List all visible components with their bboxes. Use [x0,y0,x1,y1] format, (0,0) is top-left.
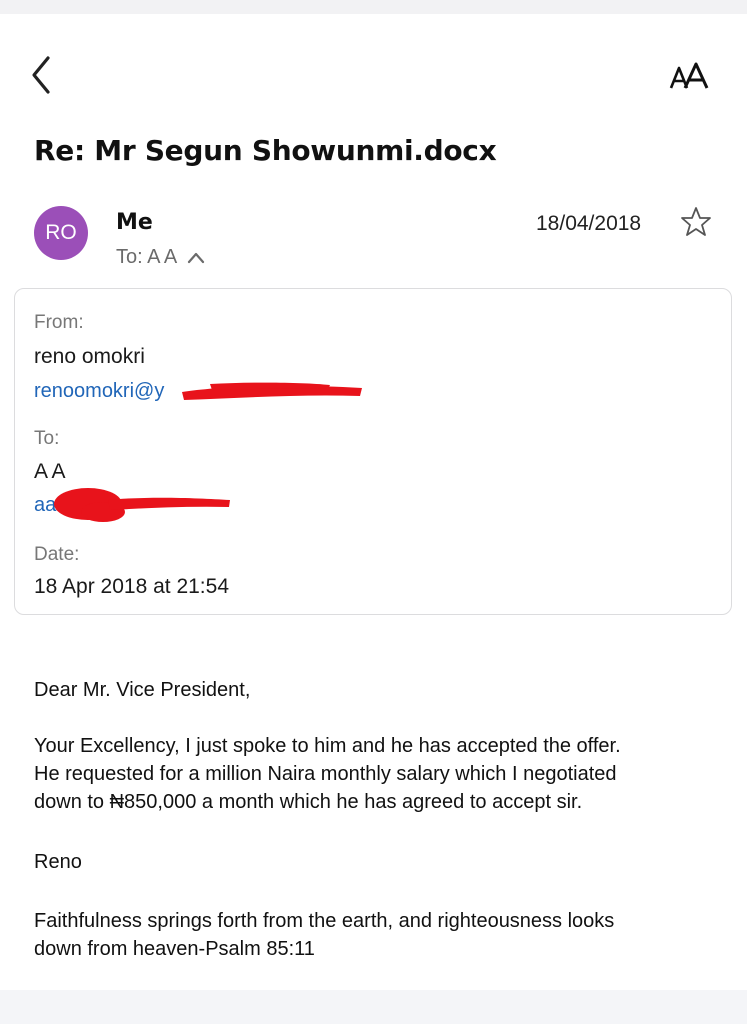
recipients-text: To: A A [116,246,177,268]
paragraph-line: down to ₦850,000 a month which he has ag… [34,791,583,813]
from-label: From: [34,312,84,333]
greeting-text: Dear Mr. Vice President, [34,679,251,701]
from-email-link[interactable]: renoomokri@y [34,380,164,403]
to-name: A A [34,460,66,483]
paragraph-line: Your Excellency, I just spoke to him and… [34,735,621,757]
text-size-icon [669,62,709,89]
redaction-mark [182,382,362,400]
signature-quote: Faithfulness springs forth from the eart… [34,907,614,963]
redaction-mark [54,488,230,522]
date-label: Date: [34,544,80,565]
quote-line: down from heaven-Psalm 85:11 [34,938,315,960]
paragraph-line: He requested for a million Naira monthly… [34,763,617,785]
signoff-text: Reno [34,851,82,873]
star-button[interactable] [680,206,712,238]
top-status-band [0,0,747,14]
bottom-band [0,990,747,1024]
message-details-card [14,288,732,615]
recipients-toggle[interactable]: To: A A [116,246,206,269]
text-size-button[interactable] [668,58,718,98]
from-name: reno omokri [34,345,145,368]
sender-name: Me [116,210,153,235]
date-value: 18 Apr 2018 at 21:54 [34,575,229,598]
back-button[interactable] [24,52,64,98]
email-subject: Re: Mr Segun Showunmi.docx [34,134,497,167]
message-paragraph: Your Excellency, I just spoke to him and… [34,732,621,816]
message-date: 18/04/2018 [536,212,642,235]
avatar-initials: RO [45,221,77,244]
chevron-up-icon [187,252,204,263]
quote-line: Faithfulness springs forth from the eart… [34,910,615,932]
star-outline-icon [681,207,711,236]
avatar: RO [34,206,88,260]
chevron-left-icon [32,56,50,94]
to-label: To: [34,428,60,449]
